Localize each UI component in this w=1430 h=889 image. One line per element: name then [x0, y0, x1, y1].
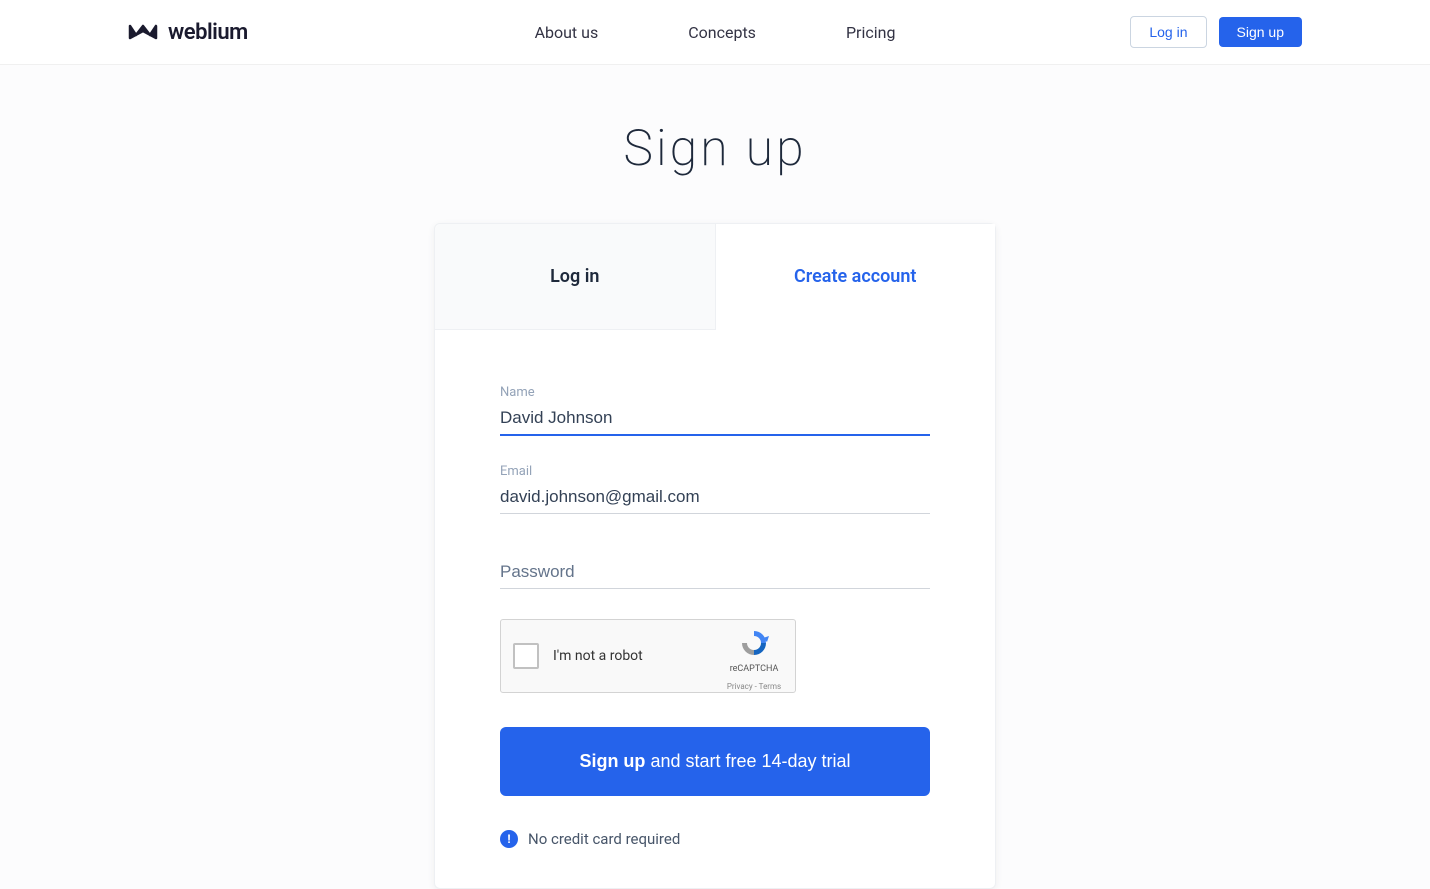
main-nav: About us Concepts Pricing	[535, 23, 896, 42]
email-label: Email	[500, 464, 930, 479]
logo[interactable]: weblium	[128, 20, 248, 45]
logo-text: weblium	[168, 20, 248, 45]
tab-login[interactable]: Log in	[435, 224, 716, 330]
password-field-group	[500, 556, 930, 589]
logo-icon	[128, 21, 158, 43]
submit-signup-button[interactable]: Sign up and start free 14-day trial	[500, 727, 930, 796]
signup-button[interactable]: Sign up	[1219, 17, 1302, 47]
recaptcha-brand-text: reCAPTCHA	[723, 664, 785, 674]
email-field-group: Email	[500, 464, 930, 514]
submit-rest-text: and start free 14-day trial	[645, 751, 850, 771]
site-header: weblium About us Concepts Pricing Log in…	[0, 0, 1430, 65]
recaptcha-privacy-links[interactable]: Privacy - Terms	[727, 682, 781, 691]
form-body: Name Email I'm not a robot	[435, 330, 995, 888]
nav-about-us[interactable]: About us	[535, 23, 599, 42]
page-title: Sign up	[623, 120, 806, 178]
main-content: Sign up Log in Create account Name Email…	[0, 65, 1430, 889]
tab-create-account[interactable]: Create account	[716, 224, 996, 330]
recaptcha-branding: reCAPTCHA Privacy - Terms	[723, 628, 785, 693]
name-field-group: Name	[500, 385, 930, 436]
recaptcha-widget: I'm not a robot reCAPTCHA Privacy - Term…	[500, 619, 796, 693]
auth-tabs: Log in Create account	[435, 224, 995, 330]
nav-pricing[interactable]: Pricing	[846, 23, 896, 42]
email-input[interactable]	[500, 481, 930, 514]
login-button[interactable]: Log in	[1130, 16, 1206, 48]
note-text: No credit card required	[528, 830, 680, 848]
password-input[interactable]	[500, 556, 930, 589]
nav-concepts[interactable]: Concepts	[688, 23, 756, 42]
recaptcha-label: I'm not a robot	[553, 648, 643, 664]
note-row: ! No credit card required	[500, 830, 930, 848]
name-input[interactable]	[500, 402, 930, 436]
recaptcha-checkbox[interactable]	[513, 643, 539, 669]
name-label: Name	[500, 385, 930, 400]
submit-bold-text: Sign up	[579, 751, 645, 771]
auth-card: Log in Create account Name Email I'm not…	[434, 223, 996, 889]
info-icon: !	[500, 830, 518, 848]
recaptcha-icon	[739, 628, 769, 658]
header-actions: Log in Sign up	[1130, 16, 1302, 48]
